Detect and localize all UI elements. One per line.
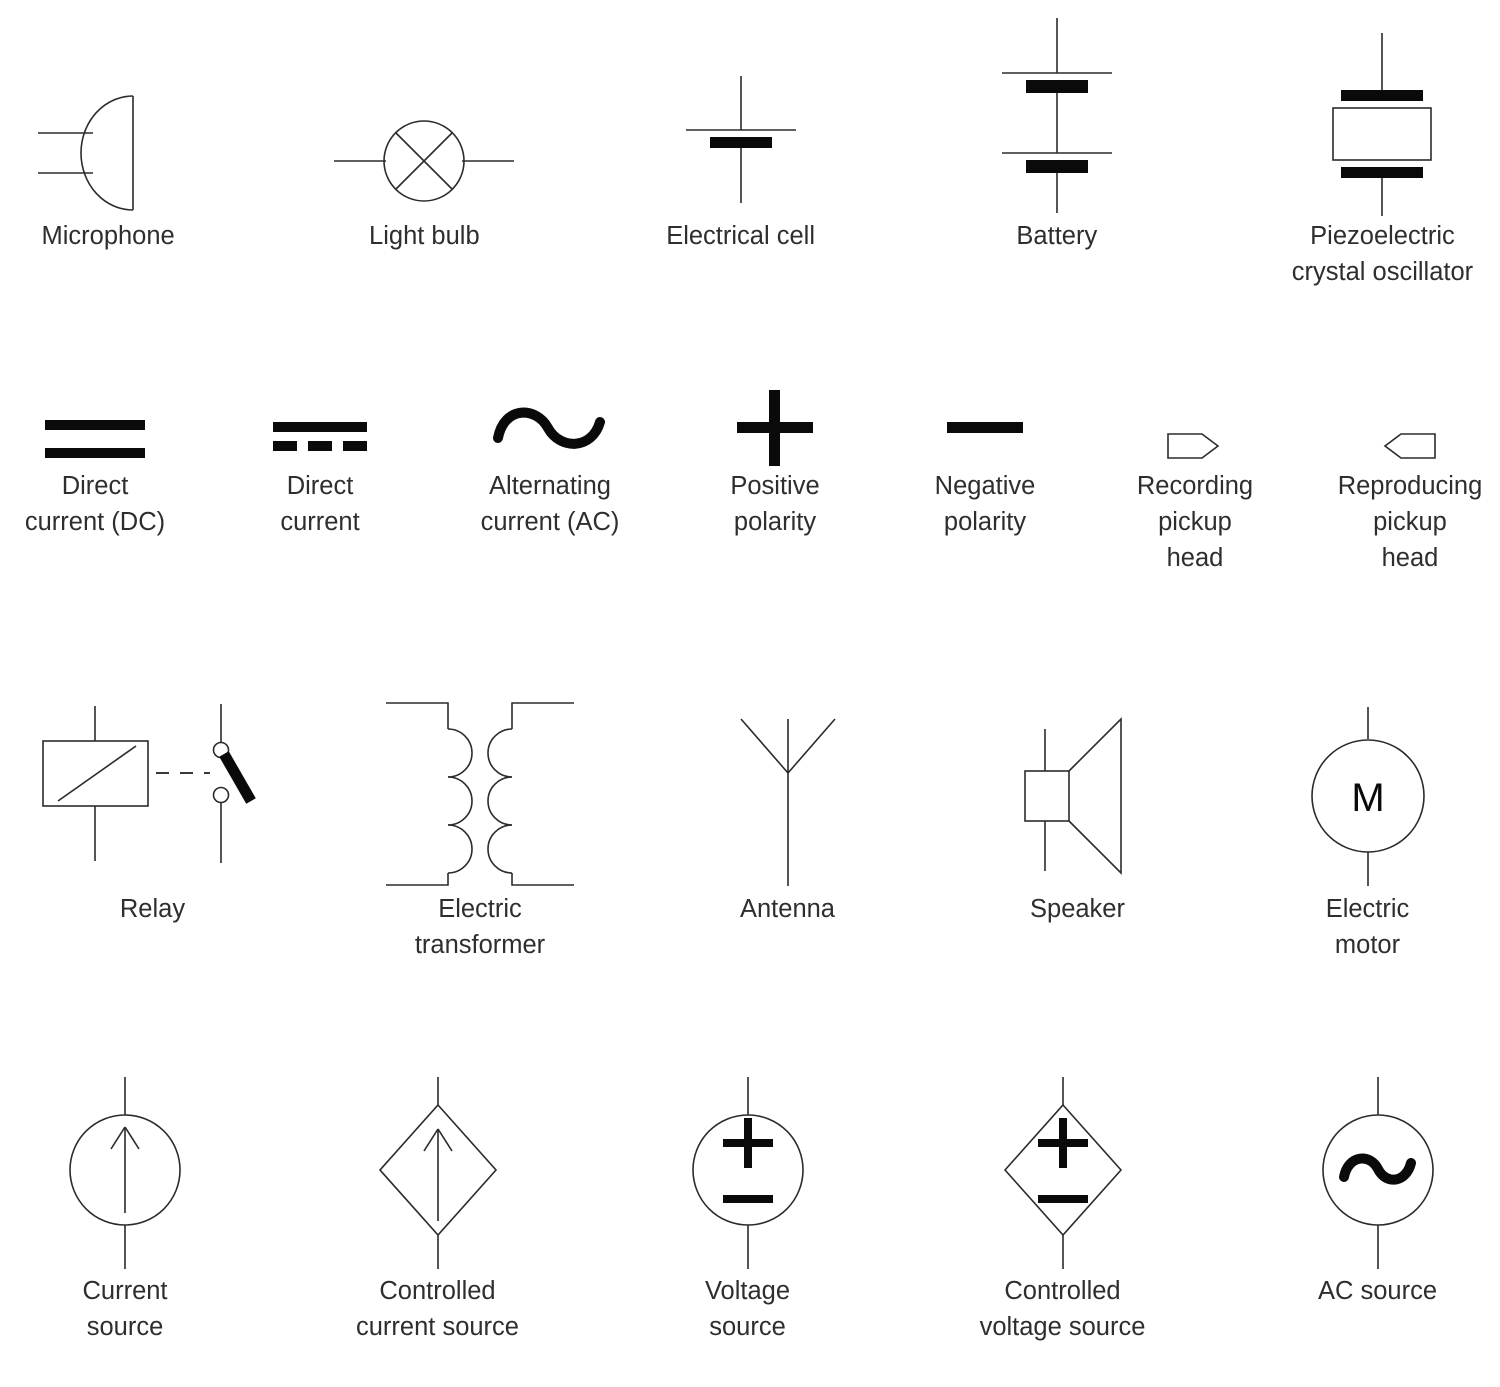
- piezoelectric-crystal-oscillator-icon: [1307, 18, 1457, 218]
- symbol-cell-controlled-current-source: Controlled current source: [305, 1058, 570, 1345]
- symbol-label: Alternating current (AC): [480, 472, 620, 536]
- symbol-row-3: Relay Electric transformer Antenna Speak…: [0, 686, 1500, 963]
- symbol-cell-controlled-voltage-source: Controlled voltage source: [925, 1058, 1200, 1345]
- symbol-label: Current source: [82, 1277, 168, 1341]
- symbol-label: Positive polarity: [730, 472, 820, 536]
- symbol-cell-direct-current-dc: Direct current (DC): [0, 388, 190, 540]
- symbol-label: Direct current: [280, 472, 360, 536]
- symbol-cell-relay: Relay: [25, 686, 280, 927]
- symbol-cell-recording-pickup-head: Recording pickup head: [1110, 388, 1280, 576]
- positive-polarity-icon: [730, 388, 820, 468]
- symbol-row-2: Direct current (DC) Direct current Alter…: [0, 388, 1500, 576]
- symbol-cell-antenna: Antenna: [680, 686, 895, 927]
- symbol-cell-reproducing-pickup-head: Reproducing pickup head: [1320, 388, 1500, 576]
- symbol-label: Negative polarity: [934, 472, 1036, 536]
- electric-transformer-icon: [380, 686, 580, 891]
- symbol-label: Direct current (DC): [24, 472, 166, 536]
- symbol-label: Battery: [1016, 222, 1098, 250]
- symbol-cell-piezoelectric-crystal-oscillator: Piezoelectric crystal oscillator: [1265, 18, 1500, 290]
- voltage-source-icon: [678, 1058, 818, 1273]
- battery-icon: [982, 18, 1132, 218]
- symbol-label: Piezoelectric crystal oscillator: [1291, 222, 1474, 286]
- relay-icon: [38, 686, 268, 891]
- symbol-label: Electric transformer: [414, 895, 546, 959]
- symbol-cell-direct-current-dashed: Direct current: [230, 388, 410, 540]
- symbol-cell-speaker: Speaker: [970, 686, 1185, 927]
- ac-source-icon: [1308, 1058, 1448, 1273]
- electric-motor-icon: M: [1303, 686, 1433, 891]
- symbol-cell-current-source: Current source: [15, 1058, 235, 1345]
- controlled-current-source-icon: [363, 1058, 513, 1273]
- light-bulb-icon: [324, 18, 524, 218]
- symbol-cell-voltage-source: Voltage source: [640, 1058, 855, 1345]
- symbol-cell-ac-source: AC source: [1270, 1058, 1485, 1309]
- speaker-icon: [1013, 686, 1143, 891]
- symbol-label: Antenna: [739, 895, 835, 923]
- symbol-cell-negative-polarity: Negative polarity: [900, 388, 1070, 540]
- antenna-icon: [723, 686, 853, 891]
- alternating-current-ac-icon: [490, 388, 610, 468]
- symbol-cell-battery: Battery: [949, 18, 1165, 254]
- symbol-label: Relay: [119, 895, 186, 923]
- symbol-label: Microphone: [41, 222, 175, 250]
- negative-polarity-icon: [940, 388, 1030, 468]
- symbol-label: Reproducing pickup head: [1337, 472, 1483, 572]
- symbol-label: Voltage source: [704, 1277, 791, 1341]
- electrical-cell-icon: [666, 18, 816, 218]
- symbol-label: AC source: [1317, 1277, 1438, 1305]
- symbol-row-1: Microphone Light bulb Electrical cell Ba…: [0, 18, 1500, 290]
- symbol-sheet: Microphone Light bulb Electrical cell Ba…: [0, 0, 1500, 1387]
- symbol-row-4: Current source Controlled current source: [0, 1058, 1500, 1345]
- microphone-icon: [18, 18, 198, 218]
- symbol-cell-microphone: Microphone: [0, 18, 216, 254]
- motor-letter: M: [1351, 776, 1384, 820]
- symbol-label: Controlled current source: [356, 1277, 519, 1341]
- symbol-cell-electric-motor: M Electric motor: [1260, 686, 1475, 963]
- symbol-label: Controlled voltage source: [979, 1277, 1146, 1341]
- recording-pickup-head-icon: [1160, 388, 1230, 468]
- symbol-cell-alternating-current-ac: Alternating current (AC): [450, 388, 650, 540]
- symbol-label: Recording pickup head: [1136, 472, 1254, 572]
- current-source-icon: [55, 1058, 195, 1273]
- direct-current-dashed-icon: [270, 388, 370, 468]
- symbol-cell-electric-transformer: Electric transformer: [355, 686, 605, 963]
- controlled-voltage-source-icon: [988, 1058, 1138, 1273]
- symbol-cell-light-bulb: Light bulb: [316, 18, 532, 254]
- symbol-cell-positive-polarity: Positive polarity: [690, 388, 860, 540]
- direct-current-dc-icon: [40, 388, 150, 468]
- symbol-label: Electrical cell: [666, 222, 815, 250]
- symbol-cell-electrical-cell: Electrical cell: [632, 18, 848, 254]
- symbol-label: Light bulb: [369, 222, 480, 250]
- reproducing-pickup-head-icon: [1375, 388, 1445, 468]
- symbol-label: Electric motor: [1325, 895, 1410, 959]
- symbol-label: Speaker: [1030, 895, 1125, 923]
